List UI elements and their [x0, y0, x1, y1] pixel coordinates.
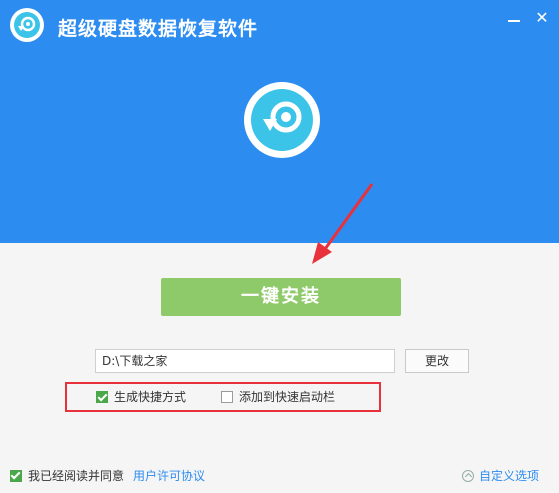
installer-window: 超级硬盘数据恢复软件 ✕ 一键安装 D:\下载之家 更改 生成快捷方式 添加到快…	[0, 0, 559, 493]
custom-options-label: 自定义选项	[479, 469, 540, 483]
recovery-logo-icon	[244, 82, 320, 158]
checkbox-unchecked[interactable]	[221, 391, 233, 403]
license-agreement-link[interactable]: 用户许可协议	[133, 468, 205, 484]
chevron-up-icon	[462, 470, 474, 482]
close-icon[interactable]: ✕	[532, 8, 552, 28]
one-click-install-button[interactable]: 一键安装	[161, 278, 401, 316]
change-path-button[interactable]: 更改	[405, 349, 469, 373]
create-shortcut-label: 生成快捷方式	[114, 390, 187, 404]
agree-label: 我已经阅读并同意	[28, 469, 125, 483]
header-banner: 超级硬盘数据恢复软件 ✕	[0, 0, 559, 243]
create-shortcut-option[interactable]: 生成快捷方式	[96, 389, 186, 405]
add-quicklaunch-option[interactable]: 添加到快速启动栏	[221, 389, 335, 405]
checkbox-checked[interactable]	[10, 470, 22, 482]
add-quicklaunch-label: 添加到快速启动栏	[239, 390, 336, 404]
custom-options-link[interactable]: 自定义选项	[462, 468, 539, 484]
install-path-input[interactable]: D:\下载之家	[95, 349, 395, 373]
app-logo-icon	[10, 8, 44, 42]
minimize-icon[interactable]	[504, 8, 524, 28]
checkbox-checked[interactable]	[96, 391, 108, 403]
agree-checkbox[interactable]: 我已经阅读并同意	[10, 468, 124, 484]
window-title: 超级硬盘数据恢复软件	[58, 18, 259, 40]
